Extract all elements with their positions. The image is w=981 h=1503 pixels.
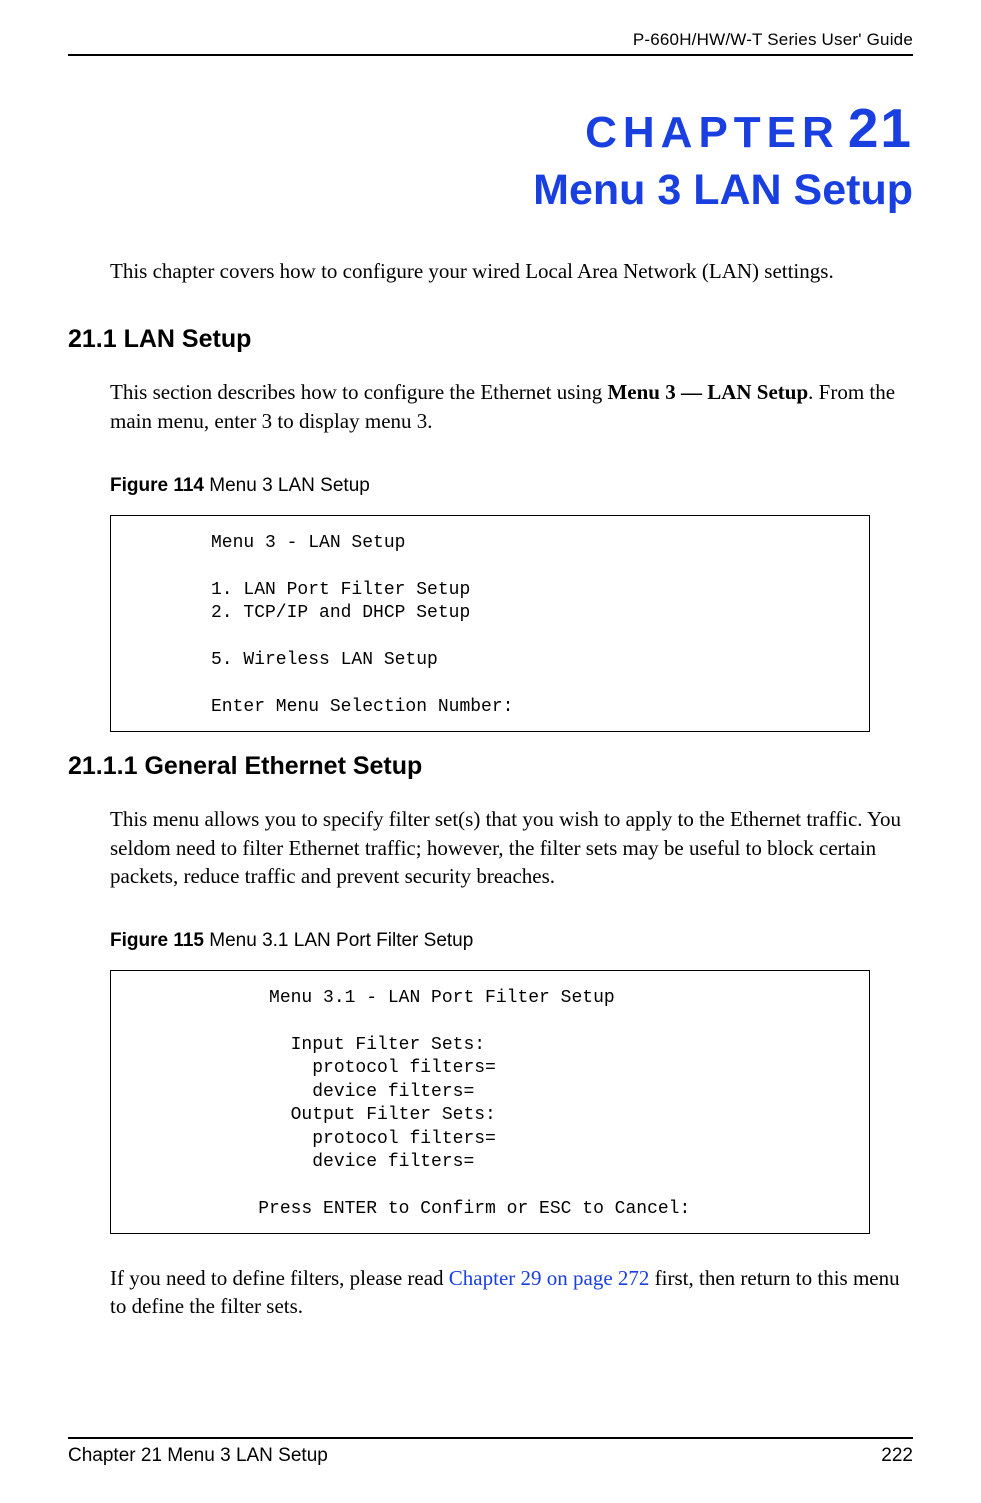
figure-114-label: Figure 114 bbox=[110, 475, 204, 496]
figure-115-label: Figure 115 bbox=[110, 930, 204, 951]
footer: Chapter 21 Menu 3 LAN Setup 222 bbox=[68, 1437, 913, 1467]
footer-page-number: 222 bbox=[881, 1445, 913, 1467]
section-21-1-body-pre: This section describes how to configure … bbox=[110, 380, 607, 404]
chapter-title: Menu 3 LAN Setup bbox=[68, 166, 913, 215]
figure-115-caption: Figure 115 Menu 3.1 LAN Port Filter Setu… bbox=[110, 930, 913, 952]
section-21-1-body: This section describes how to configure … bbox=[110, 378, 913, 435]
closing-link[interactable]: Chapter 29 on page 272 bbox=[449, 1266, 650, 1290]
figure-115-terminal: Menu 3.1 - LAN Port Filter Setup Input F… bbox=[110, 970, 870, 1234]
section-21-1-1-body: This menu allows you to specify filter s… bbox=[110, 805, 913, 890]
footer-chapter: Chapter 21 Menu 3 LAN Setup bbox=[68, 1445, 328, 1467]
footer-rule bbox=[68, 1437, 913, 1439]
closing-paragraph: If you need to define filters, please re… bbox=[110, 1264, 913, 1321]
header-guide-title: P-660H/HW/W-T Series User' Guide bbox=[68, 30, 913, 54]
figure-114-terminal: Menu 3 - LAN Setup 1. LAN Port Filter Se… bbox=[110, 515, 870, 732]
chapter-label: CHAPTER bbox=[585, 108, 840, 157]
figure-114-text: Menu 3 LAN Setup bbox=[204, 475, 370, 496]
section-21-1-heading: 21.1 LAN Setup bbox=[68, 325, 913, 354]
header-rule bbox=[68, 54, 913, 56]
figure-114-caption: Figure 114 Menu 3 LAN Setup bbox=[110, 475, 913, 497]
chapter-label-line: CHAPTER21 bbox=[68, 96, 913, 160]
chapter-number: 21 bbox=[848, 97, 913, 159]
section-21-1-body-bold: Menu 3 — LAN Setup bbox=[607, 380, 808, 404]
chapter-intro: This chapter covers how to configure you… bbox=[110, 257, 913, 285]
section-21-1-1-heading: 21.1.1 General Ethernet Setup bbox=[68, 752, 913, 781]
closing-pre: If you need to define filters, please re… bbox=[110, 1266, 449, 1290]
figure-115-text: Menu 3.1 LAN Port Filter Setup bbox=[204, 930, 473, 951]
